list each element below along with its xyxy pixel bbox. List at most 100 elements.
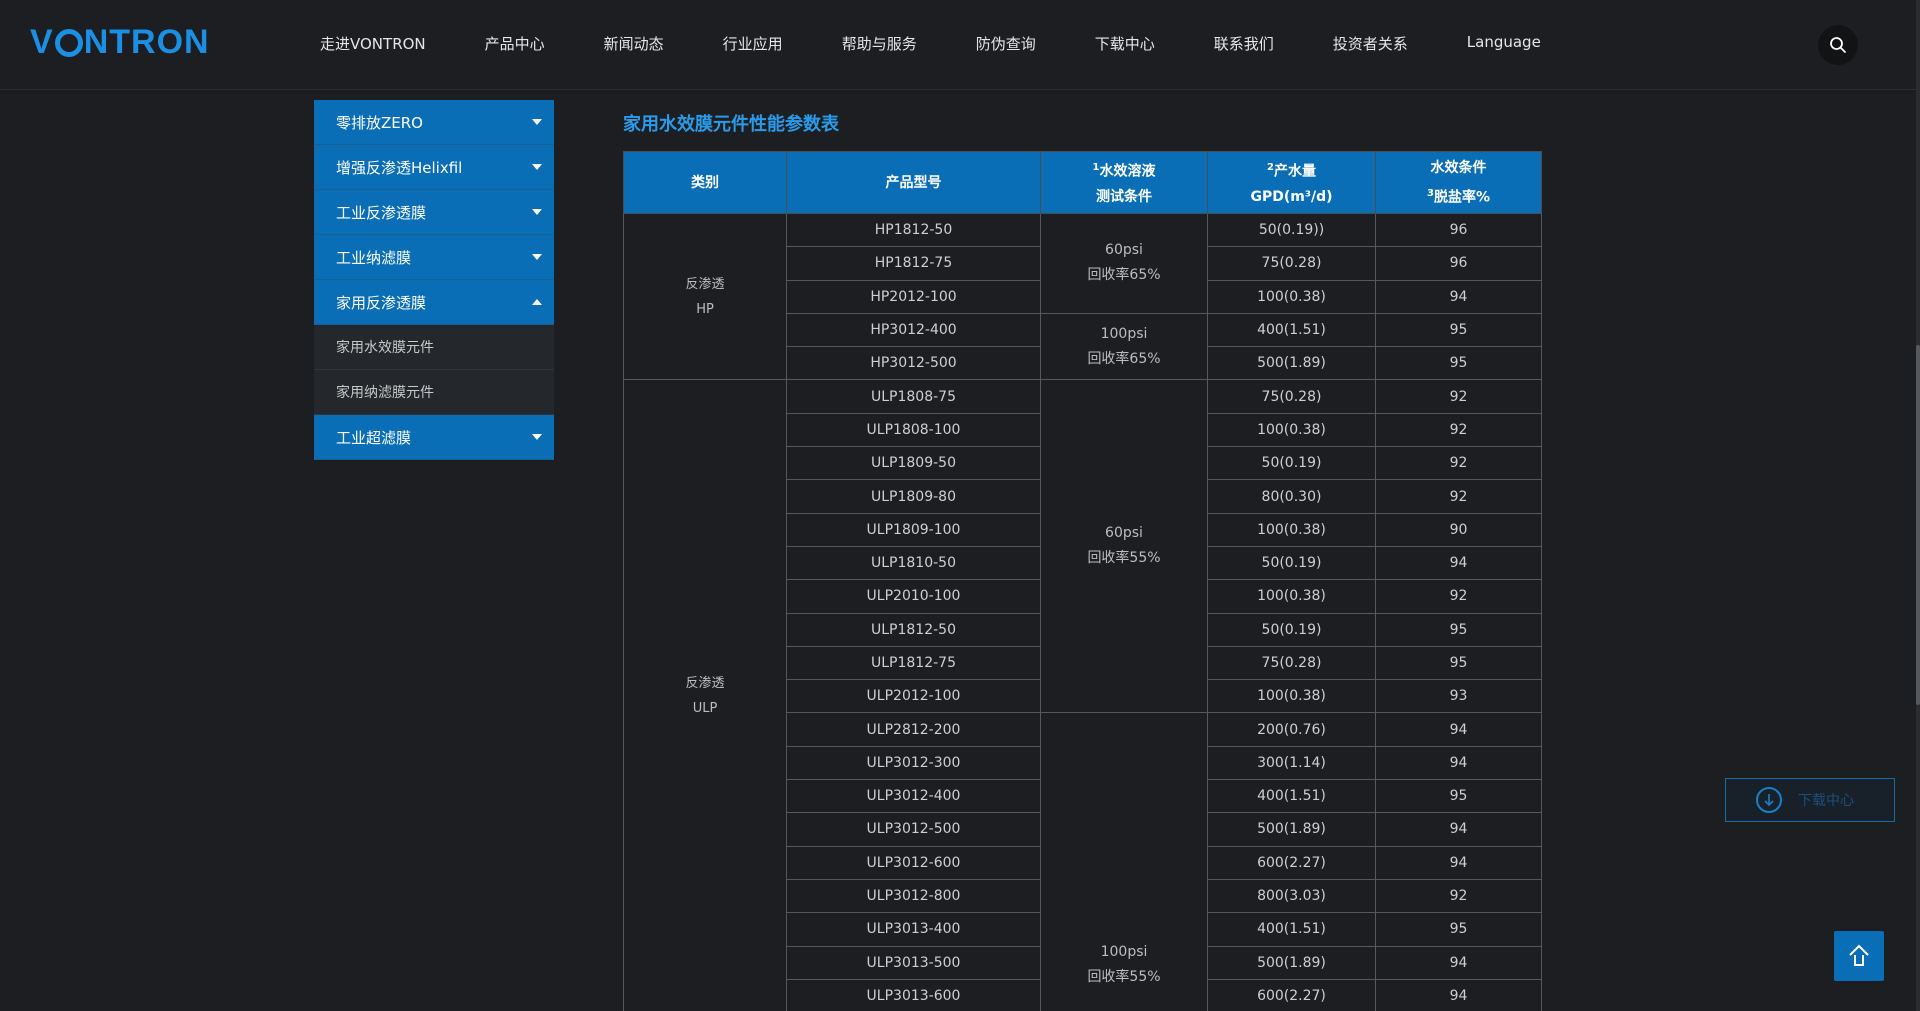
nav-item-help[interactable]: 帮助与服务	[842, 33, 917, 54]
sidebar-item-industrial-ro[interactable]: 工业反渗透膜	[314, 190, 554, 235]
product-sidebar: 零排放ZERO 增强反渗透Helixfil 工业反渗透膜 工业纳滤膜 家用反渗透…	[314, 100, 554, 460]
nav-item-language[interactable]: Language	[1467, 33, 1541, 54]
rejection-cell: 92	[1375, 579, 1542, 614]
caret-down-icon	[532, 434, 542, 440]
page-scrollbar[interactable]	[1916, 0, 1920, 1011]
rejection-cell: 94	[1375, 978, 1542, 1011]
page-title: 家用水效膜元件性能参数表	[623, 114, 839, 135]
test-condition-cell-line1: 60psi	[1105, 242, 1143, 259]
flow-cell: 400(1.51)	[1207, 912, 1376, 947]
nav-item-investors[interactable]: 投资者关系	[1333, 33, 1408, 54]
rejection-cell: 94	[1375, 845, 1542, 880]
rejection-cell: 95	[1375, 645, 1542, 681]
rejection-cell: 92	[1375, 878, 1542, 914]
sidebar-subitem-water-efficiency[interactable]: 家用水效膜元件	[314, 325, 554, 370]
sidebar-item-label: 家用反渗透膜	[336, 293, 427, 312]
flow-cell: 500(1.89)	[1207, 812, 1376, 847]
test-condition-cell-line2: 回收率55%	[1087, 550, 1161, 567]
model-cell: ULP3013-400	[786, 912, 1041, 947]
sidebar-item-household-ro[interactable]: 家用反渗透膜	[314, 280, 554, 325]
sidebar-subitem-label: 家用水效膜元件	[336, 340, 434, 356]
sidebar-item-industrial-uf[interactable]: 工业超滤膜	[314, 415, 554, 460]
col-header-category: 类别	[623, 151, 787, 214]
model-cell: ULP3012-300	[786, 745, 1041, 781]
test-condition-cell: 60psi 回收率65%	[1040, 213, 1208, 314]
rejection-cell: 92	[1375, 479, 1542, 514]
flow-cell: 75(0.28)	[1207, 645, 1376, 681]
flow-cell: 50(0.19))	[1207, 212, 1376, 248]
test-condition-cell-line1: 100psi	[1100, 325, 1148, 342]
category-cell-line2: HP	[696, 301, 714, 317]
model-cell: ULP1810-50	[786, 545, 1041, 581]
download-icon	[1756, 787, 1782, 813]
flow-cell: 800(3.03)	[1207, 878, 1376, 914]
rejection-cell: 93	[1375, 679, 1542, 714]
category-cell-line1: 反渗透	[685, 276, 725, 292]
model-cell: ULP1809-50	[786, 446, 1041, 481]
model-cell: ULP3012-500	[786, 812, 1041, 847]
model-cell: ULP3012-800	[786, 878, 1041, 914]
site-header: V NTRON 走进VONTRON 产品中心 新闻动态 行业应用 帮助与服务 防伪…	[0, 0, 1916, 90]
sidebar-item-label: 工业纳滤膜	[336, 248, 412, 267]
back-to-top-icon	[1849, 944, 1869, 966]
sidebar-item-label: 零排放ZERO	[336, 113, 423, 132]
model-cell: ULP1812-75	[786, 645, 1041, 681]
flow-cell: 200(0.76)	[1207, 712, 1376, 747]
category-cell-line2: ULP	[692, 701, 718, 717]
back-to-top-button[interactable]	[1834, 931, 1884, 981]
flow-cell: 75(0.28)	[1207, 246, 1376, 281]
model-cell: HP1812-50	[786, 212, 1041, 248]
sidebar-item-label: 增强反渗透Helixfil	[336, 158, 463, 177]
model-cell: ULP3012-600	[786, 845, 1041, 880]
sidebar-item-label: 工业超滤膜	[336, 428, 412, 447]
rejection-cell: 94	[1375, 812, 1542, 847]
model-cell: ULP2012-100	[786, 679, 1041, 714]
logo-ring-icon	[54, 29, 83, 57]
search-button[interactable]	[1818, 25, 1858, 65]
sidebar-item-industrial-nf[interactable]: 工业纳滤膜	[314, 235, 554, 280]
nav-item-industry[interactable]: 行业应用	[723, 33, 783, 54]
flow-cell: 300(1.14)	[1207, 745, 1376, 781]
sidebar-item-zero[interactable]: 零排放ZERO	[314, 100, 554, 145]
test-condition-cell: 100psi 回收率65%	[1040, 312, 1208, 381]
flow-cell: 80(0.30)	[1207, 479, 1376, 514]
sidebar-subitem-household-nf[interactable]: 家用纳滤膜元件	[314, 370, 554, 415]
rejection-cell: 90	[1375, 512, 1542, 547]
model-cell: ULP3013-500	[786, 945, 1041, 980]
download-center-button[interactable]: 下载中心	[1725, 778, 1895, 822]
nav-item-products[interactable]: 产品中心	[485, 33, 545, 54]
flow-cell: 100(0.38)	[1207, 412, 1376, 448]
rejection-cell: 92	[1375, 446, 1542, 481]
flow-cell: 75(0.28)	[1207, 379, 1376, 414]
sidebar-subitem-label: 家用纳滤膜元件	[336, 385, 434, 401]
caret-down-icon	[532, 119, 542, 125]
model-cell: HP3012-500	[786, 346, 1041, 381]
download-center-label: 下载中心	[1798, 793, 1854, 809]
nav-item-downloads[interactable]: 下载中心	[1095, 33, 1155, 54]
spec-table-body: 反渗透 HP HP1812-50 60psi 回收率65% 50(0.19)) 96 HP18…	[623, 212, 1542, 1011]
flow-cell: 100(0.38)	[1207, 279, 1376, 314]
model-cell: HP3012-400	[786, 312, 1041, 348]
flow-cell: 100(0.38)	[1207, 679, 1376, 714]
spec-table-header: 类别 产品型号 1水效溶液 测试条件 2产水量 GPD(m³/d) 水效条件 3脱盐率…	[623, 151, 1542, 214]
search-icon	[1830, 37, 1846, 53]
rejection-cell: 92	[1375, 412, 1542, 448]
caret-up-icon	[532, 299, 542, 305]
nav-item-contact[interactable]: 联系我们	[1214, 33, 1274, 54]
rejection-cell: 94	[1375, 712, 1542, 747]
model-cell: ULP2010-100	[786, 579, 1041, 614]
rejection-cell: 95	[1375, 779, 1542, 814]
nav-item-anti-counterfeit[interactable]: 防伪查询	[976, 33, 1036, 54]
col-header-rejection: 水效条件 3脱盐率%	[1375, 151, 1542, 214]
logo-text-start: V	[30, 22, 54, 61]
model-cell: ULP1808-100	[786, 412, 1041, 448]
sidebar-item-helixfil[interactable]: 增强反渗透Helixfil	[314, 145, 554, 190]
rejection-cell: 95	[1375, 912, 1542, 947]
nav-item-about[interactable]: 走进VONTRON	[320, 33, 426, 54]
vontron-logo[interactable]: V NTRON	[30, 22, 210, 61]
rejection-cell: 96	[1375, 246, 1542, 281]
category-cell: 反渗透 ULP	[623, 379, 787, 1011]
rejection-cell: 94	[1375, 945, 1542, 980]
nav-item-news[interactable]: 新闻动态	[604, 33, 664, 54]
scrollbar-thumb[interactable]	[1916, 345, 1920, 705]
